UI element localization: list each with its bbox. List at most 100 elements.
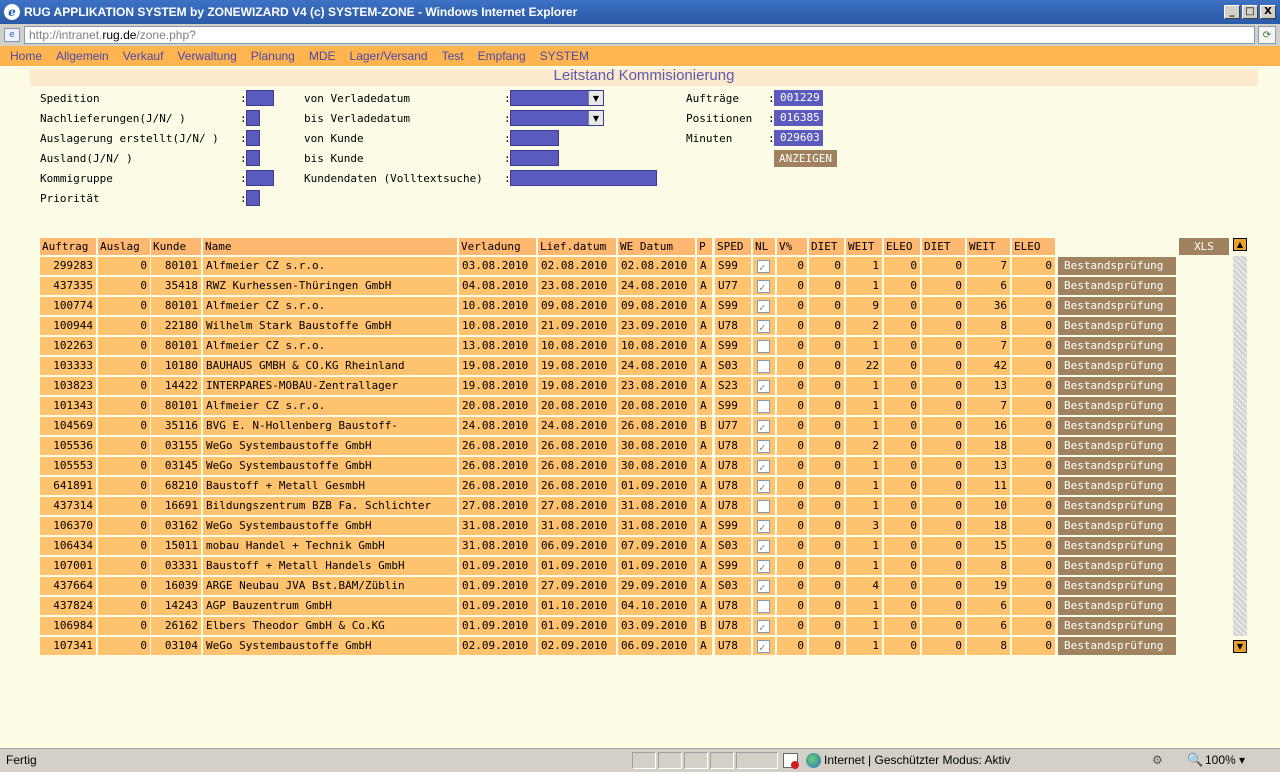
nl-checkbox[interactable] bbox=[757, 400, 770, 413]
column-header-diet1[interactable]: DIET bbox=[809, 238, 844, 255]
nl-checkbox[interactable] bbox=[757, 279, 770, 295]
zoom-value: 100% bbox=[1205, 753, 1236, 767]
bestandspruefung-button[interactable]: Bestandsprüfung bbox=[1058, 297, 1176, 315]
bestandspruefung-button[interactable]: Bestandsprüfung bbox=[1058, 497, 1176, 515]
column-header-diet2[interactable]: DIET bbox=[922, 238, 965, 255]
menu-item-test[interactable]: Test bbox=[442, 49, 464, 63]
bestandspruefung-button[interactable]: Bestandsprüfung bbox=[1058, 517, 1176, 535]
cell-sped: U78 bbox=[715, 457, 751, 475]
bestandspruefung-button[interactable]: Bestandsprüfung bbox=[1058, 417, 1176, 435]
zoom-icon[interactable]: 🔍 bbox=[1187, 752, 1203, 768]
nl-checkbox[interactable] bbox=[757, 579, 770, 595]
bestandspruefung-button[interactable]: Bestandsprüfung bbox=[1058, 477, 1176, 495]
menu-item-planung[interactable]: Planung bbox=[251, 49, 295, 63]
nl-checkbox[interactable] bbox=[757, 519, 770, 535]
cell-name: WeGo Systembaustoffe GmbH bbox=[203, 637, 457, 655]
column-header-weit2[interactable]: WEIT bbox=[967, 238, 1010, 255]
refresh-icon[interactable]: ⟳ bbox=[1258, 26, 1276, 44]
prioritaet-input[interactable] bbox=[246, 190, 260, 206]
column-header-verladung[interactable]: Verladung bbox=[459, 238, 536, 255]
menu-item-empfang[interactable]: Empfang bbox=[478, 49, 526, 63]
column-header-p[interactable]: P bbox=[697, 238, 712, 255]
scroll-down-button[interactable]: ▼ bbox=[1233, 640, 1247, 653]
xls-export-button[interactable]: XLS bbox=[1179, 238, 1229, 255]
anzeigen-button[interactable]: ANZEIGEN bbox=[774, 150, 837, 167]
chevron-down-icon[interactable]: ▾ bbox=[1239, 753, 1245, 767]
nl-checkbox[interactable] bbox=[757, 439, 770, 455]
bestandspruefung-button[interactable]: Bestandsprüfung bbox=[1058, 357, 1176, 375]
nl-checkbox[interactable] bbox=[757, 600, 770, 613]
menu-item-lager-versand[interactable]: Lager/Versand bbox=[350, 49, 428, 63]
nl-checkbox[interactable] bbox=[757, 360, 770, 373]
nl-checkbox[interactable] bbox=[757, 259, 770, 275]
bestandspruefung-button[interactable]: Bestandsprüfung bbox=[1058, 277, 1176, 295]
menu-item-system[interactable]: SYSTEM bbox=[540, 49, 589, 63]
column-header-auftrag[interactable]: Auftrag bbox=[40, 238, 96, 255]
bestandspruefung-button[interactable]: Bestandsprüfung bbox=[1058, 557, 1176, 575]
nl-checkbox[interactable] bbox=[757, 419, 770, 435]
nl-checkbox[interactable] bbox=[757, 539, 770, 555]
nl-checkbox[interactable] bbox=[757, 559, 770, 575]
ausland-input[interactable] bbox=[246, 150, 260, 166]
von-verladedatum-select[interactable]: ▼ bbox=[510, 90, 604, 106]
column-header-eleo1[interactable]: ELEO bbox=[884, 238, 920, 255]
bestandspruefung-button[interactable]: Bestandsprüfung bbox=[1058, 337, 1176, 355]
chevron-down-icon[interactable]: ▼ bbox=[588, 91, 603, 105]
security-zone-text[interactable]: Internet | Geschützter Modus: Aktiv bbox=[824, 753, 1011, 767]
column-header-eleo2[interactable]: ELEO bbox=[1012, 238, 1055, 255]
nl-checkbox[interactable] bbox=[757, 340, 770, 353]
bestandspruefung-button[interactable]: Bestandsprüfung bbox=[1058, 397, 1176, 415]
nl-checkbox[interactable] bbox=[757, 299, 770, 315]
nl-checkbox[interactable] bbox=[757, 459, 770, 475]
menu-item-verkauf[interactable]: Verkauf bbox=[123, 49, 164, 63]
column-header-name[interactable]: Name bbox=[203, 238, 457, 255]
bestandspruefung-button[interactable]: Bestandsprüfung bbox=[1058, 537, 1176, 555]
bestandspruefung-button[interactable]: Bestandsprüfung bbox=[1058, 597, 1176, 615]
address-input[interactable]: http://intranet. rug.de/zone.php? bbox=[24, 26, 1255, 44]
bestandspruefung-button[interactable]: Bestandsprüfung bbox=[1058, 577, 1176, 595]
von-kunde-input[interactable] bbox=[510, 130, 559, 146]
auslagerung-input[interactable] bbox=[246, 130, 260, 146]
column-header-auslag[interactable]: Auslag bbox=[98, 238, 150, 255]
bis-verladedatum-select[interactable]: ▼ bbox=[510, 110, 604, 126]
nl-checkbox[interactable] bbox=[757, 619, 770, 635]
cell-diet1: 0 bbox=[809, 617, 844, 635]
scroll-up-button[interactable]: ▲ bbox=[1233, 238, 1247, 251]
nl-checkbox[interactable] bbox=[757, 379, 770, 395]
bestandspruefung-button[interactable]: Bestandsprüfung bbox=[1058, 377, 1176, 395]
menu-item-verwaltung[interactable]: Verwaltung bbox=[177, 49, 236, 63]
menu-item-mde[interactable]: MDE bbox=[309, 49, 336, 63]
spedition-input[interactable] bbox=[246, 90, 274, 106]
column-header-lief[interactable]: Lief.datum bbox=[538, 238, 616, 255]
column-header-sped[interactable]: SPED bbox=[715, 238, 751, 255]
chevron-down-icon[interactable]: ▼ bbox=[588, 111, 603, 125]
security-settings-icon[interactable]: ⚙ bbox=[1152, 753, 1166, 767]
nl-checkbox[interactable] bbox=[757, 479, 770, 495]
minimize-button[interactable]: _ bbox=[1224, 5, 1240, 19]
kommigruppe-input[interactable] bbox=[246, 170, 274, 186]
bestandspruefung-button[interactable]: Bestandsprüfung bbox=[1058, 437, 1176, 455]
maximize-button[interactable]: □ bbox=[1242, 5, 1258, 19]
zoom-level[interactable]: 100% ▾ bbox=[1205, 753, 1245, 767]
bestandspruefung-button[interactable]: Bestandsprüfung bbox=[1058, 457, 1176, 475]
menu-item-home[interactable]: Home bbox=[10, 49, 42, 63]
scrollbar-track[interactable] bbox=[1233, 256, 1247, 636]
bestandspruefung-button[interactable]: Bestandsprüfung bbox=[1058, 257, 1176, 275]
bestandspruefung-button[interactable]: Bestandsprüfung bbox=[1058, 617, 1176, 635]
menu-item-allgemein[interactable]: Allgemein bbox=[56, 49, 109, 63]
column-header-kunde[interactable]: Kunde bbox=[151, 238, 201, 255]
bestandspruefung-button[interactable]: Bestandsprüfung bbox=[1058, 637, 1176, 655]
column-header-nl[interactable]: NL bbox=[753, 238, 775, 255]
kundendaten-input[interactable] bbox=[510, 170, 657, 186]
bis-kunde-input[interactable] bbox=[510, 150, 559, 166]
nachlieferungen-input[interactable] bbox=[246, 110, 260, 126]
column-header-v[interactable]: V% bbox=[777, 238, 807, 255]
column-header-we[interactable]: WE Datum bbox=[618, 238, 695, 255]
nl-checkbox[interactable] bbox=[757, 639, 770, 655]
popup-blocked-icon[interactable] bbox=[783, 753, 799, 769]
bestandspruefung-button[interactable]: Bestandsprüfung bbox=[1058, 317, 1176, 335]
nl-checkbox[interactable] bbox=[757, 319, 770, 335]
column-header-weit1[interactable]: WEIT bbox=[846, 238, 882, 255]
nl-checkbox[interactable] bbox=[757, 500, 770, 513]
close-button[interactable]: X bbox=[1260, 5, 1276, 19]
